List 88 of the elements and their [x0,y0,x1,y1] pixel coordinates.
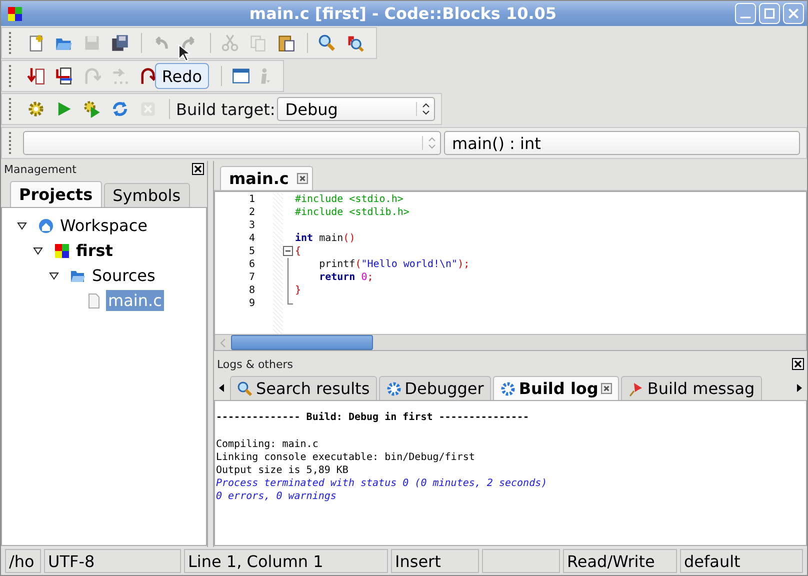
tree-item[interactable]: Workspace [58,215,150,236]
panel-title: Management [4,162,76,176]
log-tab[interactable]: Build log [492,376,620,400]
search-icon [237,380,253,396]
function-dropdown[interactable]: main() : int [444,131,800,155]
fold-icon[interactable] [283,245,293,258]
status-field: /ho [5,549,41,573]
maximize-icon [763,7,776,20]
file-icon [86,292,102,308]
curved-arrow-icon [139,67,157,85]
curved-arrow-icon [83,67,101,85]
log-tab[interactable]: Build messag [621,376,762,400]
log-line: Compiling: main.c [216,438,320,451]
close-icon [193,164,203,174]
line-number: 6 [248,258,256,271]
build-target-label: Build target: [176,100,276,118]
panel-tab[interactable]: Projects [10,181,102,207]
status-field: Read/Write [563,549,677,573]
document-arrow-icon [55,67,73,85]
mouse-pointer-icon [178,44,190,62]
line-number: 5 [248,245,256,258]
code-line: #include <stdio.h> [294,194,404,205]
close-panel-button[interactable] [792,358,804,370]
globe-icon [38,218,54,234]
arrow-document-icon [27,67,45,85]
horizontal-scrollbar[interactable] [215,334,806,350]
window-icon [232,67,250,85]
gear-icon [386,380,402,396]
tooltip: Redo [155,63,209,89]
panel-tab[interactable]: Symbols [104,183,190,207]
panel-title: Logs & others [217,358,293,370]
log-line: Process terminated with status 0 (0 minutes, 2 seconds) [216,477,548,490]
close-panel-button[interactable] [192,163,204,175]
status-field: Line 1, Column 1 [184,549,388,573]
log-line: Output size is 5,89 KB [216,464,350,477]
tree-item[interactable]: first [74,240,115,261]
log-line: -------------- Build: Debug in first --------------- [216,411,530,424]
log-line: Linking console executable: bin/Debug/first [216,451,476,464]
code-line: } [294,285,302,296]
build-target-dropdown[interactable]: Debug [277,97,436,121]
scissors-icon [221,34,239,52]
expander-icon[interactable] [48,270,60,282]
expander-icon[interactable] [16,220,28,232]
copy-icon [249,34,267,52]
close-tab-icon[interactable] [296,173,308,184]
log-tab[interactable]: Debugger [378,376,491,400]
status-field: default [680,549,803,573]
close-icon [793,359,803,369]
close-tab-icon[interactable] [601,383,612,394]
code-line: printf("Hello world!\n"); [318,259,470,270]
pin-icon [628,380,644,396]
status-field: Insert [391,549,479,573]
tree-item[interactable]: Sources [90,265,158,286]
log-line: 0 errors, 0 warnings [216,490,338,503]
line-number: 7 [248,271,256,284]
gear-play-icon [83,100,101,118]
clipboard-icon [277,34,295,52]
code-line: return 0; [318,272,374,283]
gear-icon [500,380,516,396]
log-tab[interactable]: Search results [230,376,377,400]
floppy-disks-icon [111,34,129,52]
window-title: main.c [first] - Code::Blocks 10.05 [248,4,558,23]
code-editor[interactable]: 1 2 3 4 5 6 7 8 9 #include <stdio.h> #include <stdlib.h> int main() { printf("Hello world!\n"); return 0; } [214,191,807,351]
gear-icon [27,100,45,118]
search-icon [318,34,336,52]
info-icon [260,67,271,85]
code-line: { [294,246,302,257]
close-icon [787,7,800,20]
project-icon [54,242,70,258]
app-icon [7,6,23,22]
code-line: int main() [294,233,356,244]
line-number: 2 [248,206,256,219]
editor-tab[interactable]: main.c [220,166,313,190]
expander-icon[interactable] [32,244,44,256]
scrollbar-thumb[interactable] [231,335,373,350]
refresh-icon [111,100,129,118]
search-replace-icon [346,34,364,52]
document-plus-icon [27,34,45,52]
line-number: 9 [248,297,256,310]
line-number: 4 [248,232,256,245]
line-number: 8 [248,284,256,297]
dotted-arrow-icon [111,67,129,85]
line-number: 1 [248,193,256,206]
status-field: UTF-8 [44,549,181,573]
line-number: 3 [248,219,256,232]
code-line: #include <stdlib.h> [294,207,410,218]
scope-dropdown[interactable] [23,131,441,155]
minimize-icon [739,16,752,19]
